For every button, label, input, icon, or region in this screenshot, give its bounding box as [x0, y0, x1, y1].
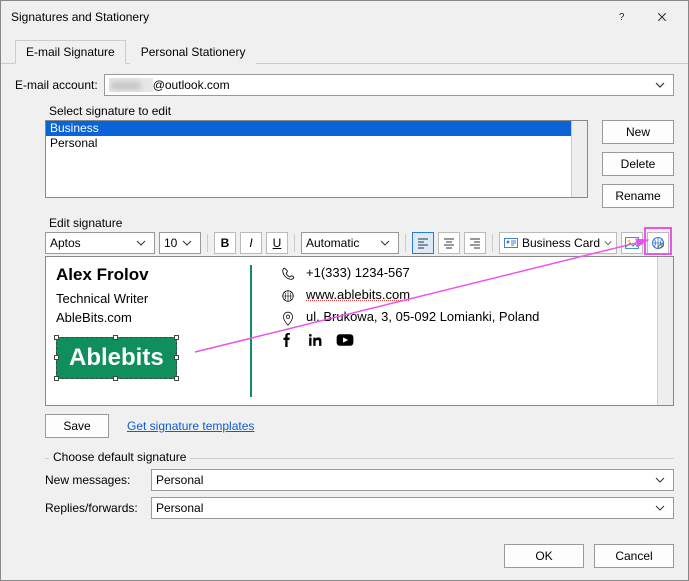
ok-button[interactable]: OK [504, 544, 584, 568]
insert-picture-button[interactable] [621, 232, 643, 254]
signature-listbox[interactable]: Business Personal [45, 120, 588, 198]
italic-button[interactable]: I [240, 232, 262, 254]
sig-logo-image[interactable]: Ablebits [56, 337, 177, 379]
sig-website: www.ablebits.com [306, 287, 410, 302]
chevron-down-icon [651, 80, 669, 90]
window-title: Signatures and Stationery [11, 10, 602, 24]
location-icon [280, 309, 296, 327]
business-card-button[interactable]: Business Card [499, 232, 617, 254]
font-size: 10 [164, 236, 177, 250]
save-button[interactable]: Save [45, 414, 109, 438]
facebook-icon [280, 333, 294, 347]
chevron-down-icon [178, 238, 196, 248]
btn-label: OK [535, 549, 552, 563]
editor-toolbar: Aptos 10 B I U Automatic [45, 230, 674, 256]
signature-templates-link[interactable]: Get signature templates [127, 419, 254, 433]
edit-signature-label: Edit signature [49, 216, 674, 230]
signature-item-personal[interactable]: Personal [46, 136, 587, 151]
youtube-icon [336, 333, 354, 347]
signature-editor[interactable]: Alex Frolov Technical Writer AbleBits.co… [45, 256, 674, 406]
chevron-down-icon [604, 239, 612, 247]
sig-phone: +1(333) 1234-567 [306, 265, 410, 280]
new-button[interactable]: New [602, 120, 674, 144]
font-name: Aptos [50, 236, 81, 250]
listbox-scrollbar[interactable] [571, 121, 587, 197]
logo-text: Ablebits [69, 344, 164, 371]
titlebar: Signatures and Stationery ? [1, 1, 688, 33]
sig-company: AbleBits.com [56, 310, 250, 325]
btn-label: Cancel [615, 549, 652, 563]
email-account-domain: @outlook.com [153, 78, 230, 92]
font-color: Automatic [306, 236, 359, 250]
email-account-label: E-mail account: [15, 78, 98, 92]
btn-label: Save [63, 419, 90, 433]
delete-button[interactable]: Delete [602, 152, 674, 176]
chevron-down-icon [132, 238, 150, 248]
sig-role: Technical Writer [56, 291, 250, 306]
chevron-down-icon [376, 238, 394, 248]
rename-button[interactable]: Rename [602, 184, 674, 208]
chevron-down-icon [651, 503, 669, 513]
btn-label: Delete [621, 157, 656, 171]
sig-name: Alex Frolov [56, 265, 250, 285]
cancel-button[interactable]: Cancel [594, 544, 674, 568]
align-left-button[interactable] [412, 232, 434, 254]
help-button[interactable]: ? [602, 3, 642, 31]
signatures-dialog: Signatures and Stationery ? E-mail Signa… [0, 0, 689, 581]
fontsize-select[interactable]: 10 [159, 232, 201, 254]
btn-label: Business Card [522, 236, 600, 250]
fontcolor-select[interactable]: Automatic [301, 232, 399, 254]
business-card-icon [504, 237, 518, 249]
tab-strip: E-mail Signature Personal Stationery [1, 33, 688, 64]
sig-address: ul. Brukowa, 3, 05-092 Lomianki, Poland [306, 309, 539, 324]
select-value: Personal [156, 501, 203, 515]
insert-hyperlink-button[interactable] [647, 232, 669, 254]
btn-label: New [626, 125, 650, 139]
email-account-select[interactable]: xxxxx@outlook.com [104, 74, 674, 96]
globe-icon [280, 287, 296, 303]
select-value: Personal [156, 473, 203, 487]
default-signature-group: Choose default signature [49, 450, 190, 464]
linkedin-icon [308, 333, 322, 347]
signature-item-business[interactable]: Business [46, 121, 587, 136]
align-right-button[interactable] [464, 232, 486, 254]
replies-forwards-label: Replies/forwards: [45, 501, 145, 515]
phone-icon [280, 265, 296, 281]
tab-label: Personal Stationery [141, 45, 246, 59]
hyperlink-icon [651, 236, 665, 250]
tab-label: E-mail Signature [26, 45, 115, 59]
tab-email-signature[interactable]: E-mail Signature [15, 40, 126, 64]
chevron-down-icon [651, 475, 669, 485]
editor-scrollbar[interactable] [657, 257, 673, 405]
new-messages-select[interactable]: Personal [151, 469, 674, 491]
font-select[interactable]: Aptos [45, 232, 155, 254]
underline-button[interactable]: U [266, 232, 288, 254]
align-center-button[interactable] [438, 232, 460, 254]
picture-icon [625, 237, 639, 249]
tab-personal-stationery[interactable]: Personal Stationery [130, 40, 257, 64]
bold-button[interactable]: B [214, 232, 236, 254]
select-signature-label: Select signature to edit [49, 104, 674, 118]
close-button[interactable] [642, 3, 682, 31]
replies-forwards-select[interactable]: Personal [151, 497, 674, 519]
svg-text:?: ? [619, 12, 625, 23]
btn-label: Rename [615, 189, 660, 203]
new-messages-label: New messages: [45, 473, 145, 487]
